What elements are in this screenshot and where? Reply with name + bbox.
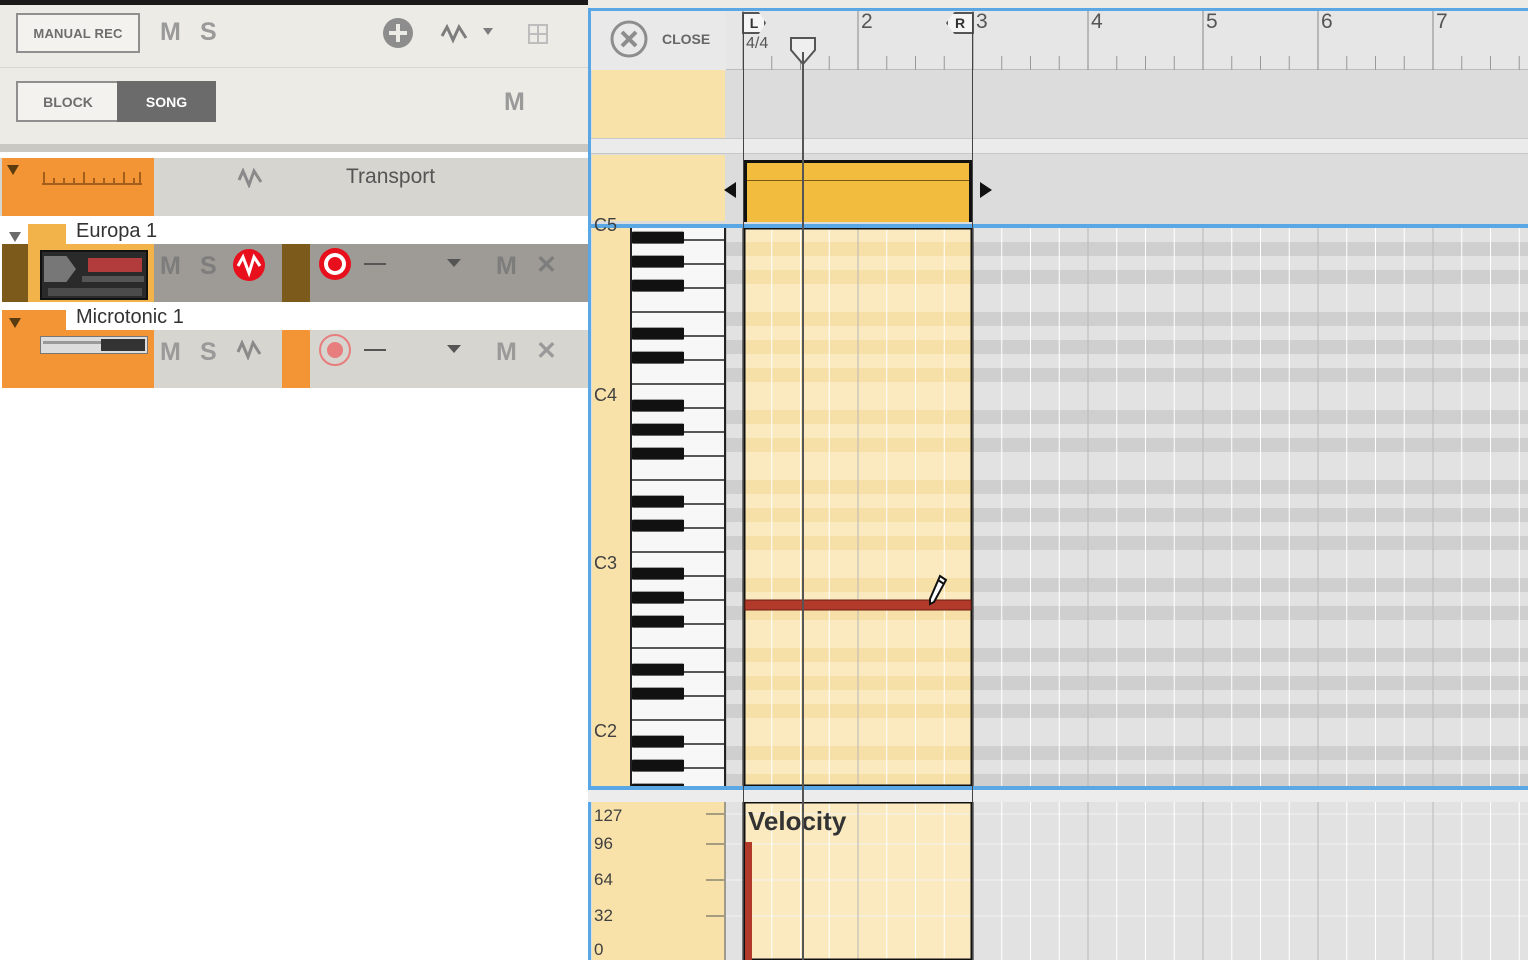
- europa-track[interactable]: Europa 1 M S M ✕: [0, 216, 588, 302]
- transport-automation-icon[interactable]: [237, 168, 263, 188]
- ruler-bar-number: 6: [1321, 10, 1333, 33]
- pencil-cursor-icon: [929, 574, 948, 606]
- europa-track-strip: [2, 244, 28, 302]
- europa-device-thumbnail[interactable]: [40, 250, 148, 300]
- microtonic-lane-dash: [364, 349, 386, 351]
- velocity-scale-96: 96: [594, 834, 613, 853]
- clip-right-handle-icon[interactable]: [978, 180, 994, 200]
- octave-label-c5: C5: [594, 215, 618, 235]
- automation-icon[interactable]: [440, 22, 470, 44]
- collapse-triangle-icon[interactable]: [8, 317, 22, 329]
- note-editor-panel: CLOSE L 4/4 R C5 C4 C3 C2 127 96 64 32 0…: [588, 0, 1528, 960]
- editor-top-border: [588, 8, 1528, 11]
- microtonic-lane-delete-icon[interactable]: ✕: [536, 336, 557, 366]
- note-clip[interactable]: [744, 160, 972, 222]
- lane-header-clip: [592, 155, 725, 221]
- velocity-lane[interactable]: [726, 802, 1528, 960]
- europa-mute-button[interactable]: M: [160, 252, 181, 281]
- ruler-icon: [42, 172, 142, 185]
- close-icon[interactable]: [610, 20, 648, 58]
- europa-solo-button[interactable]: S: [200, 252, 217, 281]
- transport-track-label: Transport: [346, 165, 436, 188]
- ruler-bar-number: 2: [861, 10, 873, 33]
- global-solo-button[interactable]: S: [200, 18, 217, 47]
- octave-label-column: [592, 228, 632, 786]
- octave-label-c3: C3: [594, 553, 618, 573]
- microtonic-mute-button[interactable]: M: [160, 338, 181, 367]
- lane-header-top: [592, 70, 725, 138]
- song-mode-button[interactable]: SONG: [117, 81, 216, 122]
- transport-track-header: [2, 158, 154, 216]
- transport-track[interactable]: Transport: [0, 158, 588, 216]
- velocity-scale-0: 0: [594, 940, 604, 959]
- microtonic-track[interactable]: Microtonic 1 M S M ✕: [0, 302, 588, 388]
- close-button[interactable]: CLOSE: [662, 31, 710, 47]
- ruler-bar-number: 7: [1436, 10, 1448, 33]
- europa-lane-dropdown-icon[interactable]: [446, 258, 462, 268]
- velocity-scale-32: 32: [594, 906, 613, 925]
- ruler-ticks: [742, 8, 1520, 70]
- velocity-lane-title: Velocity: [748, 806, 847, 836]
- toolbar-separator: [0, 144, 588, 152]
- editor-ruler[interactable]: [588, 8, 1528, 70]
- europa-lane-dash: [364, 263, 386, 265]
- microtonic-lane-dropdown-icon[interactable]: [446, 344, 462, 354]
- europa-automation-icon[interactable]: [232, 248, 266, 282]
- microtonic-automation-icon[interactable]: [236, 340, 262, 360]
- microtonic-track-name: Microtonic 1: [76, 306, 184, 328]
- collapse-triangle-icon[interactable]: [6, 164, 20, 176]
- note-grid[interactable]: [726, 228, 1528, 786]
- track-list-panel: MANUAL REC M S BLOCK SONG M Transport Eu…: [0, 0, 588, 960]
- ruler-bar-number: 3: [976, 10, 988, 33]
- clip-left-handle-icon[interactable]: [722, 180, 738, 200]
- block-mode-button[interactable]: BLOCK: [16, 81, 118, 122]
- microtonic-device-thumbnail[interactable]: [40, 336, 148, 354]
- microtonic-solo-button[interactable]: S: [200, 338, 217, 367]
- microtonic-record-enable-icon[interactable]: [318, 333, 352, 367]
- grid-view-icon[interactable]: [528, 24, 548, 44]
- window-top-border: [0, 0, 588, 5]
- collapse-triangle-icon[interactable]: [8, 231, 22, 243]
- octave-label-c4: C4: [594, 385, 618, 405]
- master-mute-button[interactable]: M: [504, 88, 525, 117]
- block-lane[interactable]: [726, 70, 1528, 138]
- velocity-scale-127: 127: [594, 806, 623, 825]
- global-mute-button[interactable]: M: [160, 18, 181, 47]
- microtonic-lane-mute-button[interactable]: M: [496, 338, 517, 367]
- piano-keyboard[interactable]: [630, 228, 726, 786]
- automation-dropdown-icon[interactable]: [482, 27, 494, 37]
- time-signature: 4/4: [746, 35, 769, 52]
- octave-label-c2: C2: [594, 721, 618, 741]
- manual-rec-button[interactable]: MANUAL REC: [16, 13, 140, 53]
- europa-lane-mute-button[interactable]: M: [496, 252, 517, 281]
- right-locator-line: [972, 14, 973, 960]
- add-track-icon[interactable]: [382, 17, 414, 49]
- ruler-bar-number: 5: [1206, 10, 1218, 33]
- velocity-scale-64: 64: [594, 870, 613, 889]
- left-locator-line: [743, 14, 744, 960]
- ruler-bar-number: 4: [1091, 10, 1103, 33]
- app-window: MANUAL REC M S BLOCK SONG M Transport Eu…: [0, 0, 1528, 960]
- europa-record-enable-icon[interactable]: [318, 247, 352, 281]
- velocity-scale-ticks: [706, 802, 726, 960]
- editor-left-border: [588, 8, 591, 960]
- europa-lane-delete-icon[interactable]: ✕: [536, 250, 557, 280]
- europa-track-name: Europa 1: [76, 220, 158, 242]
- playhead-line: [802, 52, 804, 960]
